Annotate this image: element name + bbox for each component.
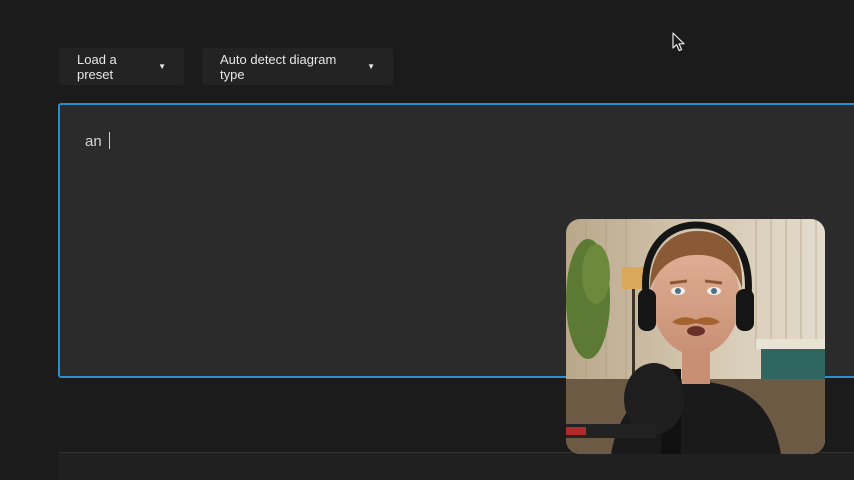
text-caret (108, 132, 110, 149)
editor-content: an (85, 132, 110, 150)
load-preset-label: Load a preset (77, 51, 117, 82)
caret-down-icon: ▼ (158, 61, 166, 71)
presenter-webcam-video (566, 219, 825, 454)
editor-text: an (85, 133, 106, 150)
toolbar: Load a preset ▼ Auto detect diagram type… (59, 48, 393, 85)
diagram-type-label: Auto detect diagram type (220, 51, 337, 82)
caret-down-icon: ▼ (367, 61, 375, 71)
app-page: Load a preset ▼ Auto detect diagram type… (0, 0, 854, 480)
output-panel (59, 452, 854, 480)
webcam-frame (566, 219, 825, 454)
mouse-pointer-icon (672, 32, 685, 52)
load-preset-dropdown[interactable]: Load a preset ▼ (59, 48, 184, 85)
diagram-type-dropdown[interactable]: Auto detect diagram type ▼ (202, 48, 393, 85)
